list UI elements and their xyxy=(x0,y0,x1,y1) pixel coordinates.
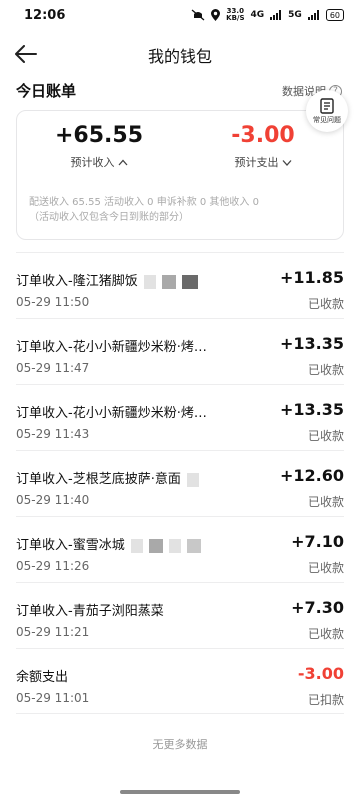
faq-label: 常见问题 xyxy=(313,115,341,124)
income-label-wrap: 预计收入 xyxy=(71,154,128,170)
signal-icon xyxy=(307,10,319,20)
notification-muted-icon xyxy=(191,9,205,21)
transaction-amount: +7.30 xyxy=(291,598,344,617)
transaction-amount: +11.85 xyxy=(279,268,344,287)
table-row[interactable]: 订单收入-花小小新疆炒米粉·烤… 05-29 11:43 +13.35 已收款 xyxy=(16,384,344,450)
transaction-amount: +7.10 xyxy=(291,532,344,551)
transaction-time: 05-29 11:47 xyxy=(16,361,90,375)
income-amount: +65.55 xyxy=(54,123,144,148)
transaction-time: 05-29 11:50 xyxy=(16,295,90,309)
transaction-title: 订单收入-蜜雪冰城 xyxy=(16,534,201,553)
transaction-time: 05-29 11:43 xyxy=(16,427,90,441)
transaction-title: 订单收入-青茄子浏阳蒸菜 xyxy=(16,604,164,619)
transaction-status: 已收款 xyxy=(307,429,344,443)
blurred-text xyxy=(148,538,163,553)
blurred-text xyxy=(168,538,181,553)
transaction-status: 已收款 xyxy=(307,363,344,377)
income-summary[interactable]: +65.55 预计收入 xyxy=(17,123,181,170)
income-breakdown: 配送收入 65.55 活动收入 0 申诉补款 0 其他收入 0 （活动收入仅包含… xyxy=(29,195,329,225)
expense-label: 预计支出 xyxy=(234,156,279,169)
blurred-text xyxy=(143,274,156,289)
blurred-text xyxy=(161,274,176,289)
page-title: 我的钱包 xyxy=(147,47,212,66)
blurred-text xyxy=(130,538,143,553)
status-time: 12:06 xyxy=(24,8,66,23)
document-help-icon xyxy=(320,97,334,114)
table-row[interactable]: 订单收入-青茄子浏阳蒸菜 05-29 11:21 +7.30 已收款 xyxy=(16,582,344,648)
top-bar: 我的钱包 xyxy=(0,32,360,76)
transaction-amount: +13.35 xyxy=(279,400,344,419)
transaction-time: 05-29 11:26 xyxy=(16,559,90,573)
location-icon xyxy=(211,9,221,21)
chevron-up-icon xyxy=(118,159,127,165)
faq-button[interactable]: 常见问题 xyxy=(306,90,348,132)
table-row[interactable]: 订单收入-芝根芝底披萨·意面 05-29 11:40 +12.60 已收款 xyxy=(16,450,344,516)
status-bar: 12:06 33.0 KB/S 4G 5G 60 xyxy=(0,0,360,32)
section-title: 今日账单 xyxy=(16,82,77,100)
table-row[interactable]: 订单收入-花小小新疆炒米粉·烤… 05-29 11:47 +13.35 已收款 xyxy=(16,318,344,384)
signal-icon xyxy=(270,10,282,20)
expense-label-wrap: 预计支出 xyxy=(235,154,292,170)
table-row[interactable]: 订单收入-隆江猪脚饭 05-29 11:50 +11.85 已收款 xyxy=(16,252,344,318)
network-speed: 33.0 KB/S xyxy=(226,7,245,22)
wallet-content[interactable]: 今日账单 数据说明 ? 常见问题 +65.55 预计收入 -3.00 预计支出 … xyxy=(0,76,360,800)
transaction-status: 已收款 xyxy=(307,495,344,509)
battery-indicator: 60 xyxy=(325,9,344,21)
table-row[interactable]: 余额支出 05-29 11:01 -3.00 已扣款 xyxy=(16,648,344,714)
transaction-title: 订单收入-芝根芝底披萨·意面 xyxy=(16,468,199,487)
transaction-status: 已收款 xyxy=(307,627,344,641)
transaction-list: 订单收入-隆江猪脚饭 05-29 11:50 +11.85 已收款 订单收入-花… xyxy=(16,252,344,714)
home-indicator[interactable] xyxy=(120,790,240,794)
transaction-amount: +13.35 xyxy=(279,334,344,353)
breakdown-line: 配送收入 65.55 活动收入 0 申诉补款 0 其他收入 0 xyxy=(29,197,259,208)
chevron-down-icon xyxy=(282,159,291,166)
breakdown-note: （活动收入仅包含今日到账的部分） xyxy=(29,212,189,223)
transaction-status: 已收款 xyxy=(307,297,344,311)
transaction-amount: +12.60 xyxy=(279,466,344,485)
transaction-time: 05-29 11:40 xyxy=(16,493,90,507)
income-label: 预计收入 xyxy=(70,156,115,169)
summary-card: +65.55 预计收入 -3.00 预计支出 配送收入 65.55 活动收入 0… xyxy=(16,110,344,240)
transaction-title: 余额支出 xyxy=(16,670,69,685)
transaction-time: 05-29 11:21 xyxy=(16,625,90,639)
blurred-text xyxy=(186,538,201,553)
status-icons: 33.0 KB/S 4G 5G 60 xyxy=(191,8,344,22)
blurred-text xyxy=(181,274,198,289)
transaction-amount: -3.00 xyxy=(297,664,344,683)
transaction-time: 05-29 11:01 xyxy=(16,691,90,705)
transaction-title: 订单收入-隆江猪脚饭 xyxy=(16,270,198,289)
blurred-text xyxy=(186,472,199,487)
no-more-data: 无更多数据 xyxy=(152,738,208,751)
transaction-title: 订单收入-花小小新疆炒米粉·烤… xyxy=(16,340,207,355)
transaction-status: 已收款 xyxy=(307,561,344,575)
network-type-2: 5G xyxy=(288,10,302,20)
table-row[interactable]: 订单收入-蜜雪冰城 05-29 11:26 +7.10 已收款 xyxy=(16,516,344,582)
transaction-title: 订单收入-花小小新疆炒米粉·烤… xyxy=(16,406,207,421)
network-type-1: 4G xyxy=(250,10,265,20)
transaction-status: 已扣款 xyxy=(307,693,344,707)
